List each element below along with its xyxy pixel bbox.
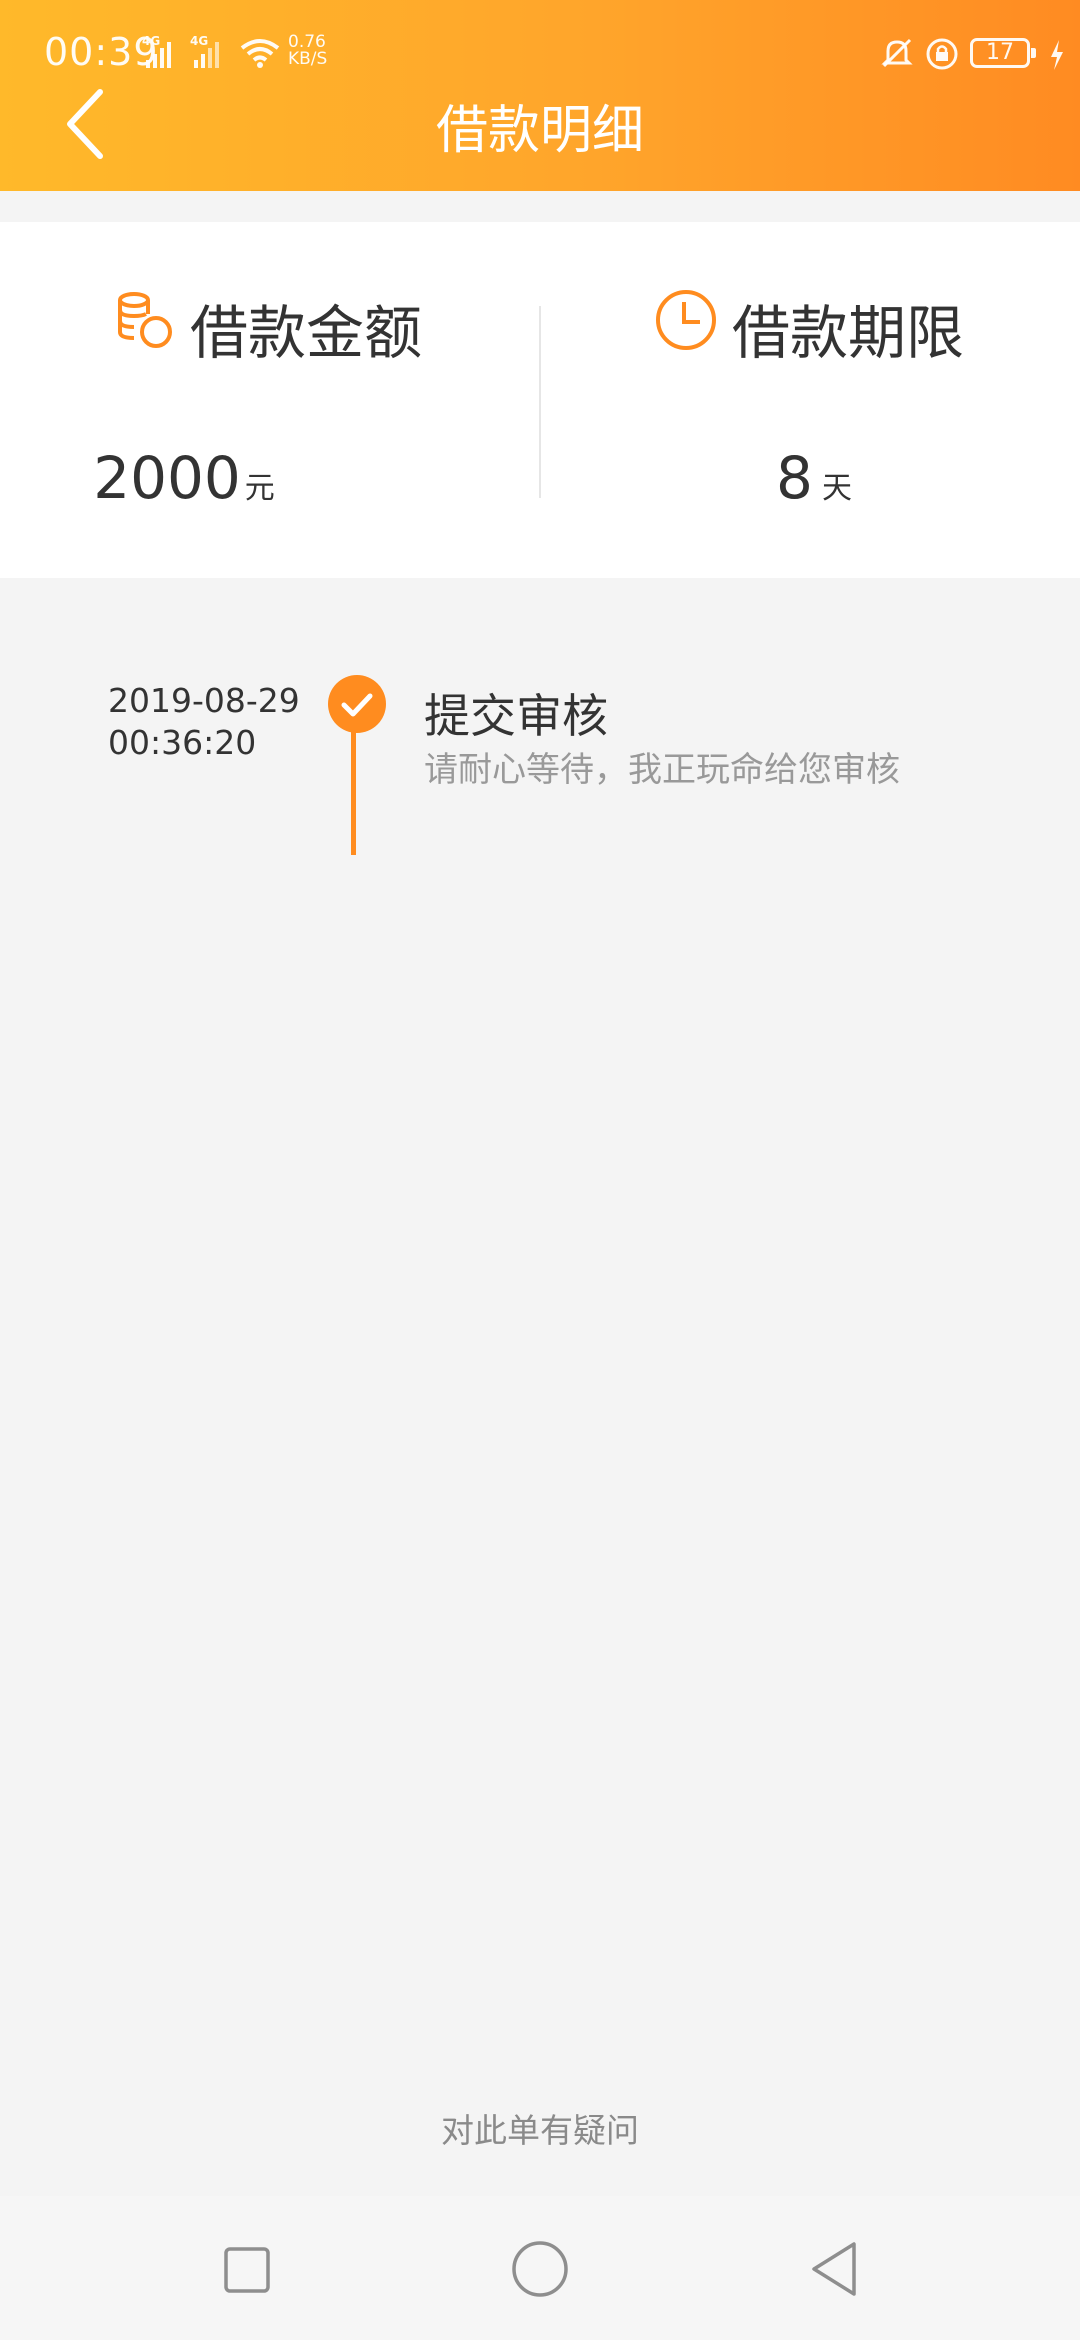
timeline-title: 提交审核: [424, 689, 608, 743]
timeline-date: 2019-08-29: [108, 681, 300, 720]
loan-amount-value: 2000 元: [93, 444, 275, 512]
coins-icon: [118, 292, 172, 348]
timeline-time: 00:36:20: [108, 723, 257, 762]
timeline-connector: [351, 730, 356, 855]
app-header: 00:39 4G 4G 0.76 KB/S 17 借款明细: [0, 0, 1080, 191]
nav-bar: 借款明细: [0, 60, 1080, 191]
clock-icon: [656, 290, 716, 350]
timeline-item: 2019-08-29 00:36:20 提交审核 请耐心等待，我正玩命给您审核: [0, 670, 1080, 870]
home-icon[interactable]: [505, 2234, 575, 2304]
page-title: 借款明细: [435, 101, 644, 161]
back-triangle-icon[interactable]: [800, 2234, 870, 2304]
system-navigation-bar: [0, 2196, 1080, 2340]
recent-apps-icon[interactable]: [211, 2234, 281, 2304]
question-link[interactable]: 对此单有疑问: [0, 2104, 1080, 2152]
check-circle-icon: [328, 675, 386, 733]
loan-summary-card: 借款金额 2000 元 借款期限 8 天: [0, 222, 1080, 578]
timeline-datetime: 2019-08-29 00:36:20: [108, 680, 300, 764]
timeline-description: 请耐心等待，我正玩命给您审核: [424, 750, 900, 790]
loan-amount-label: 借款金额: [190, 299, 423, 367]
loan-term-label: 借款期限: [732, 299, 965, 367]
loan-term-value: 8 天: [776, 444, 852, 512]
loan-term-section: 借款期限 8 天: [540, 222, 1080, 578]
loan-amount-section: 借款金额 2000 元: [0, 222, 540, 578]
